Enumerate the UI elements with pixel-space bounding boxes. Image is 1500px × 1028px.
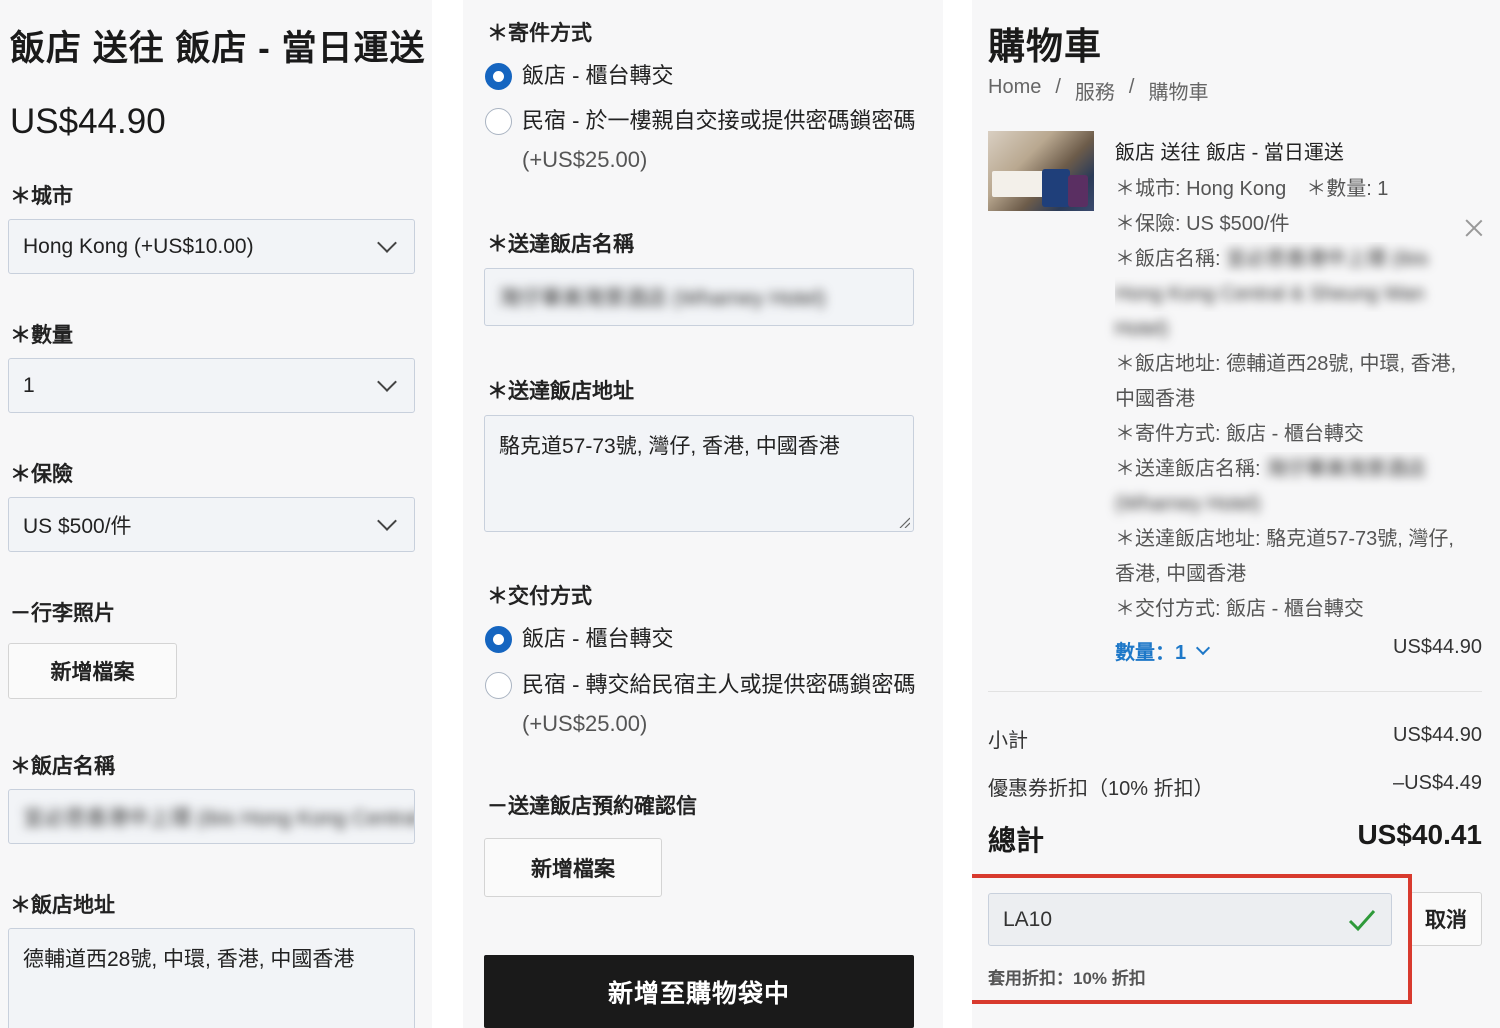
product-price: US$44.90	[10, 102, 166, 141]
insurance-select[interactable]: US $500/件	[8, 497, 415, 552]
city-select-value: Hong Kong (+US$10.00)	[23, 234, 254, 258]
add-luggage-photo-button[interactable]: 新增檔案	[8, 643, 177, 699]
delivery-method-label: ＊交付方式	[487, 585, 592, 608]
discount-value: –US$4.49	[1393, 772, 1482, 794]
cart-item-price: US$44.90	[1393, 636, 1482, 658]
option-city-qty: ＊城市: Hong Kong ＊數量: 1	[1115, 178, 1389, 200]
add-to-bag-button[interactable]: 新增至購物袋中	[484, 955, 914, 1028]
radio-selected-icon[interactable]	[485, 63, 512, 90]
total-value: US$40.41	[1357, 819, 1482, 850]
dest-hotel-address-label: ＊送達飯店地址	[487, 380, 634, 403]
delivery-form-panel: ＊寄件方式 飯店 - 櫃台轉交 民宿 - 於一樓親自交接或提供密碼鎖密碼 (+U…	[463, 0, 943, 1028]
radio-selected-icon[interactable]	[485, 626, 512, 653]
hotel-address-value: 德輔道西28號, 中環, 香港, 中國香港	[23, 948, 355, 971]
dest-hotel-name-input[interactable]: 灣仔華美灣景酒店 (Wharney Hotel)	[484, 268, 914, 326]
product-thumbnail	[988, 131, 1094, 211]
send-option-hotel[interactable]: 飯店 - 櫃台轉交	[485, 62, 925, 95]
chevron-down-icon	[377, 371, 397, 392]
send-option-bnb[interactable]: 民宿 - 於一樓親自交接或提供密碼鎖密碼 (+US$25.00)	[485, 107, 925, 179]
hotel-address-textarea[interactable]: 德輔道西28號, 中環, 香港, 中國香港	[8, 928, 415, 1028]
quantity-label: 數量：1	[1115, 642, 1187, 664]
delivery-option-bnb[interactable]: 民宿 - 轉交給民宿主人或提供密碼鎖密碼 (+US$25.00)	[485, 671, 925, 743]
hotel-name-label: ＊飯店名稱	[10, 755, 115, 778]
luggage-photo-label: －行李照片	[10, 602, 115, 625]
chevron-down-icon	[1196, 640, 1211, 655]
highlight-box	[972, 874, 1412, 1004]
breadcrumb-separator: /	[1055, 76, 1061, 98]
option-dest-hotel-name-cont: (Wharney Hotel)	[1115, 493, 1261, 515]
cart-item-options: ＊城市: Hong Kong ＊數量: 1 ＊保險: US $500/件 ＊飯店…	[1115, 172, 1485, 627]
dest-hotel-address-textarea[interactable]: 駱克道57-73號, 灣仔, 香港, 中國香港	[484, 415, 914, 532]
option-hotel-name-cont: Hong Kong Central & Sheung Wan	[1115, 283, 1425, 305]
breadcrumb: Home / 服務 / 購物車	[988, 76, 1208, 105]
product-form-panel: 飯店 送往 飯店 - 當日運送 US$44.90 ＊城市 Hong Kong (…	[0, 0, 432, 1028]
city-select[interactable]: Hong Kong (+US$10.00)	[8, 219, 415, 274]
cancel-coupon-button[interactable]: 取消	[1410, 892, 1482, 946]
option-delivery-method: ＊交付方式: 飯店 - 櫃台轉交	[1115, 598, 1364, 620]
dest-hotel-address-value: 駱克道57-73號, 灣仔, 香港, 中國香港	[499, 435, 840, 458]
delivery-option-hotel[interactable]: 飯店 - 櫃台轉交	[485, 625, 925, 658]
insurance-select-value: US $500/件	[23, 514, 132, 538]
breadcrumb-cart: 購物車	[1148, 82, 1209, 104]
radio-unselected-icon[interactable]	[485, 108, 512, 135]
option-dest-hotel-address-cont: 香港, 中國香港	[1115, 563, 1247, 585]
option-insurance: ＊保險: US $500/件	[1115, 213, 1290, 235]
breadcrumb-services[interactable]: 服務	[1075, 76, 1115, 105]
option-hotel-address: ＊飯店地址: 德輔道西28號, 中環, 香港,	[1115, 353, 1457, 375]
chevron-down-icon	[377, 510, 397, 531]
total-label: 總計	[988, 825, 1045, 856]
subtotal-value: US$44.90	[1393, 724, 1482, 746]
divider	[988, 691, 1482, 692]
breadcrumb-separator: /	[1128, 76, 1135, 98]
send-method-label: ＊寄件方式	[487, 22, 592, 45]
hotel-address-label: ＊飯店地址	[10, 894, 115, 917]
chevron-down-icon	[377, 232, 397, 253]
send-option-hotel-label: 飯店 - 櫃台轉交	[522, 63, 674, 88]
cart-title: 購物車	[988, 26, 1102, 67]
quantity-label: ＊數量	[10, 324, 73, 347]
city-label: ＊城市	[10, 185, 73, 208]
delivery-option-hotel-label: 飯店 - 櫃台轉交	[522, 626, 674, 651]
hotel-name-input[interactable]: 宜必思香港中上環 (ibis Hong Kong Central	[8, 789, 415, 844]
confirmation-label: －送達飯店預約確認信	[487, 795, 697, 818]
option-hotel-name-cont: Hotel)	[1115, 318, 1169, 340]
option-hotel-name: ＊飯店名稱: 宜必思香港中上環 (ibis	[1115, 248, 1429, 270]
option-dest-hotel-address: ＊送達飯店地址: 駱克道57-73號, 灣仔,	[1115, 528, 1454, 550]
product-title: 飯店 送往 飯店 - 當日運送	[10, 29, 426, 68]
add-confirmation-file-button[interactable]: 新增檔案	[484, 838, 662, 897]
send-option-bnb-label: 民宿 - 於一樓親自交接或提供密碼鎖密碼 (+US$25.00)	[522, 108, 916, 172]
resize-handle-icon[interactable]	[898, 516, 910, 528]
insurance-label: ＊保險	[10, 463, 73, 486]
cart-item-quantity-selector[interactable]: 數量：1	[1115, 636, 1211, 665]
discount-label: 優惠券折扣（10% 折扣）	[988, 778, 1214, 800]
cart-panel: 購物車 Home / 服務 / 購物車 飯店 送往 飯店 - 當日運送 ＊城市:…	[972, 0, 1500, 1028]
dest-hotel-name-value: 灣仔華美灣景酒店 (Wharney Hotel)	[499, 287, 826, 310]
hotel-name-value: 宜必思香港中上環 (ibis Hong Kong Central	[23, 806, 415, 830]
radio-unselected-icon[interactable]	[485, 672, 512, 699]
dest-hotel-name-label: ＊送達飯店名稱	[487, 233, 634, 256]
quantity-select-value: 1	[23, 373, 35, 397]
delivery-option-bnb-label: 民宿 - 轉交給民宿主人或提供密碼鎖密碼 (+US$25.00)	[522, 672, 916, 736]
cart-item-title: 飯店 送往 飯店 - 當日運送	[1115, 142, 1344, 164]
option-dest-hotel-name: ＊送達飯店名稱: 灣仔華美灣景酒店	[1115, 458, 1427, 480]
breadcrumb-home[interactable]: Home	[988, 76, 1041, 105]
option-hotel-address-cont: 中國香港	[1115, 388, 1195, 410]
option-send-method: ＊寄件方式: 飯店 - 櫃台轉交	[1115, 423, 1364, 445]
subtotal-label: 小計	[988, 730, 1028, 752]
quantity-select[interactable]: 1	[8, 358, 415, 413]
